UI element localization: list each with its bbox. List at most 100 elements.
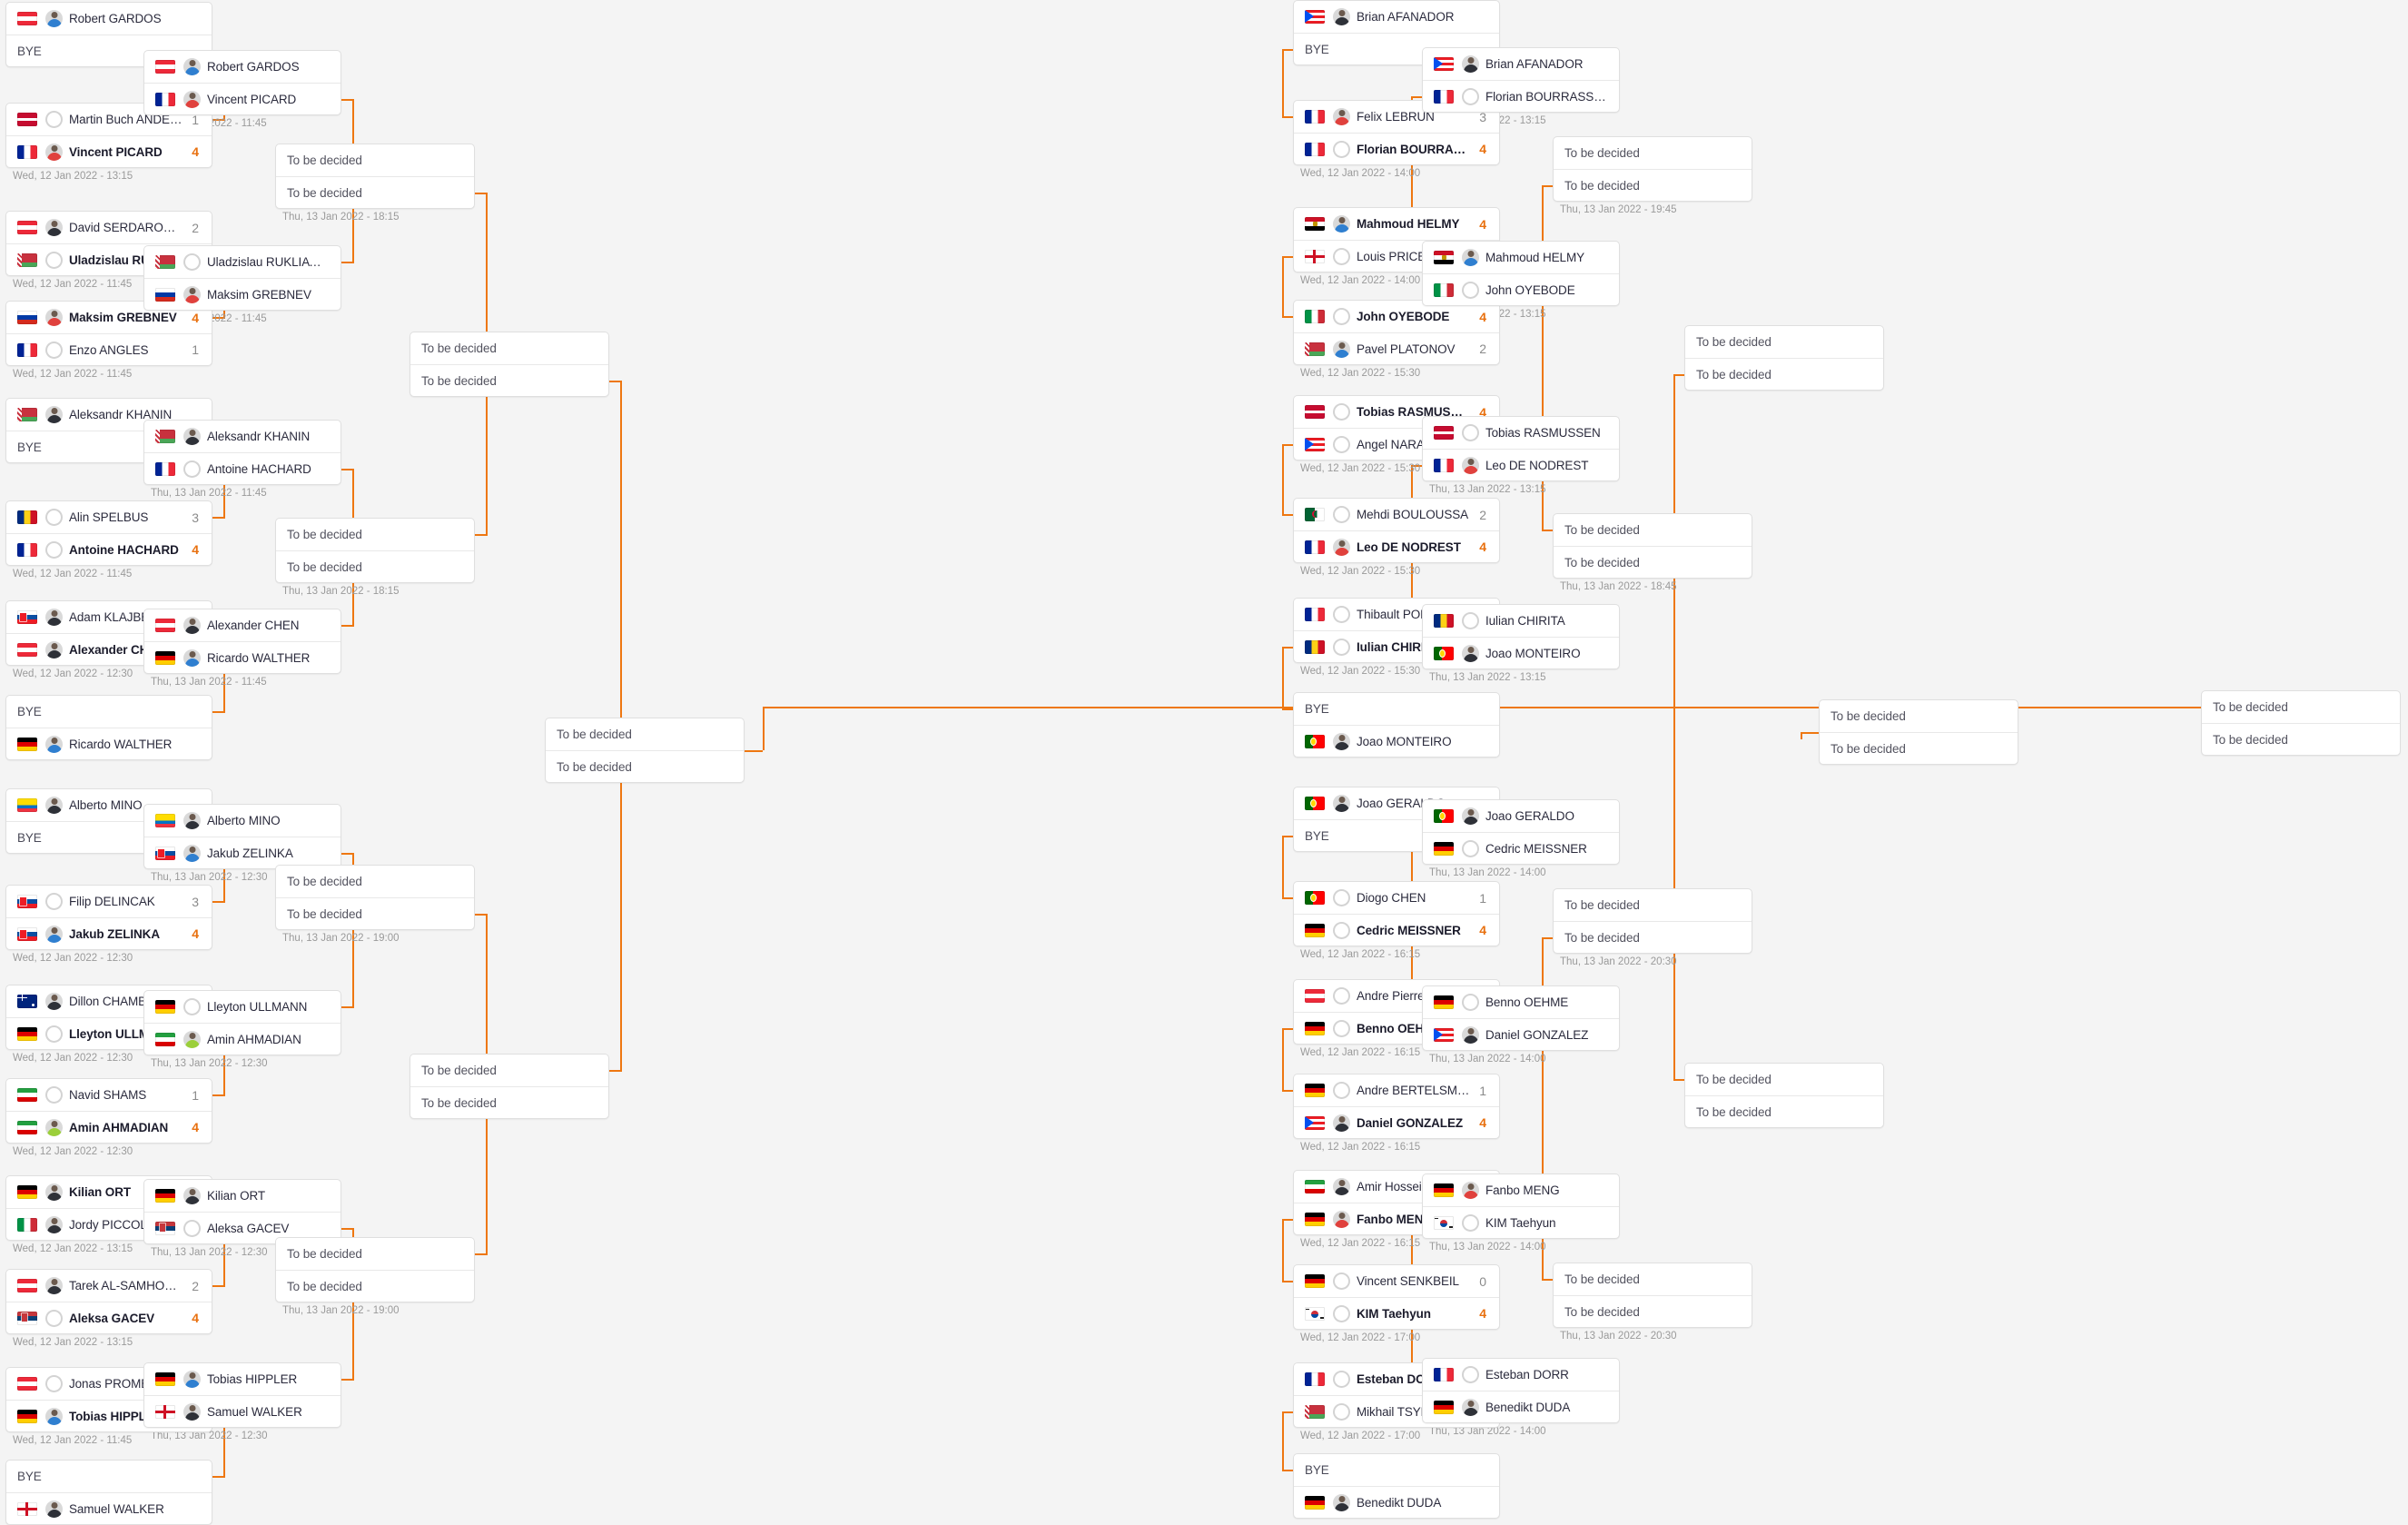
match-card[interactable]: Fanbo MENG KIM Taehyun bbox=[1422, 1173, 1620, 1239]
match-card[interactable]: Iulian CHIRITA Joao MONTEIRO bbox=[1422, 604, 1620, 669]
player-row[interactable]: Fanbo MENG bbox=[1423, 1174, 1619, 1206]
match-card[interactable]: Alberto MINO Jakub ZELINKA bbox=[143, 804, 341, 869]
player-row[interactable]: Jakub ZELINKA 4 bbox=[6, 917, 212, 949]
player-row[interactable]: Daniel GONZALEZ bbox=[1423, 1018, 1619, 1050]
player-row[interactable]: Cedric MEISSNER 4 bbox=[1294, 914, 1499, 946]
player-row[interactable]: Tobias RASMUSSEN bbox=[1423, 417, 1619, 449]
bye-row[interactable]: BYE bbox=[6, 1461, 212, 1492]
tbd-row[interactable]: To be decided bbox=[1554, 889, 1752, 921]
match-card[interactable]: To be decided To be decided bbox=[1553, 513, 1752, 579]
player-row[interactable]: Vincent PICARD 4 bbox=[6, 135, 212, 167]
player-row[interactable]: KIM Taehyun 4 bbox=[1294, 1297, 1499, 1329]
match-card[interactable]: Diogo CHEN 1 Cedric MEISSNER 4 bbox=[1293, 881, 1500, 946]
tbd-row[interactable]: To be decided bbox=[1820, 700, 2018, 732]
player-row[interactable]: Antoine HACHARD bbox=[144, 452, 340, 484]
player-row[interactable]: Jakub ZELINKA bbox=[144, 837, 340, 868]
match-card[interactable]: BYE Samuel WALKER bbox=[5, 1460, 212, 1525]
player-row[interactable]: John OYEBODE bbox=[1423, 273, 1619, 305]
player-row[interactable]: Lleyton ULLMANN bbox=[144, 991, 340, 1023]
player-row[interactable]: Benno OEHME bbox=[1423, 986, 1619, 1018]
player-row[interactable]: Enzo ANGLES 1 bbox=[6, 333, 212, 365]
match-card[interactable]: Uladzislau RUKLIATSOU Maksim GREBNEV bbox=[143, 245, 341, 311]
match-card[interactable]: To be decided To be decided bbox=[275, 1237, 475, 1302]
match-card[interactable]: Lleyton ULLMANN Amin AHMADIAN bbox=[143, 990, 341, 1055]
player-row[interactable]: Leo DE NODREST bbox=[1423, 449, 1619, 480]
match-card[interactable]: Filip DELINCAK 3 Jakub ZELINKA 4 bbox=[5, 885, 212, 950]
match-card[interactable]: BYE Joao MONTEIRO bbox=[1293, 692, 1500, 758]
tbd-row[interactable]: To be decided bbox=[1685, 326, 1883, 358]
player-row[interactable]: Robert GARDOS bbox=[144, 51, 340, 83]
match-card[interactable]: Navid SHAMS 1 Amin AHMADIAN 4 bbox=[5, 1078, 212, 1144]
player-row[interactable]: Daniel GONZALEZ 4 bbox=[1294, 1106, 1499, 1138]
tbd-row[interactable]: To be decided bbox=[276, 1270, 474, 1302]
player-row[interactable]: Andre BERTELSMEIER 1 bbox=[1294, 1074, 1499, 1106]
player-row[interactable]: Vincent SENKBEIL 0 bbox=[1294, 1265, 1499, 1297]
tbd-row[interactable]: To be decided bbox=[410, 364, 608, 396]
match-card[interactable]: Mahmoud HELMY John OYEBODE bbox=[1422, 241, 1620, 306]
player-row[interactable]: Mahmoud HELMY 4 bbox=[1294, 208, 1499, 240]
match-card[interactable]: To be decided To be decided bbox=[2201, 690, 2401, 756]
player-row[interactable]: Brian AFANADOR bbox=[1294, 1, 1499, 33]
player-row[interactable]: Mahmoud HELMY bbox=[1423, 242, 1619, 273]
tbd-row[interactable]: To be decided bbox=[1685, 1095, 1883, 1127]
match-card[interactable]: Andre BERTELSMEIER 1 Daniel GONZALEZ 4 bbox=[1293, 1074, 1500, 1139]
player-row[interactable]: Joao GERALDO bbox=[1423, 800, 1619, 832]
match-card[interactable]: To be decided To be decided bbox=[1553, 888, 1752, 954]
match-card[interactable]: Tobias RASMUSSEN Leo DE NODREST bbox=[1422, 416, 1620, 481]
tbd-row[interactable]: To be decided bbox=[276, 897, 474, 929]
match-card[interactable]: To be decided To be decided bbox=[1553, 1263, 1752, 1328]
tbd-row[interactable]: To be decided bbox=[276, 144, 474, 176]
match-card[interactable]: Kilian ORT Aleksa GACEV bbox=[143, 1179, 341, 1244]
tbd-row[interactable]: To be decided bbox=[1554, 1295, 1752, 1327]
player-row[interactable]: Brian AFANADOR bbox=[1423, 48, 1619, 80]
match-card[interactable]: Tobias HIPPLER Samuel WALKER bbox=[143, 1362, 341, 1428]
tbd-row[interactable]: To be decided bbox=[1820, 732, 2018, 764]
match-card[interactable]: BYE Ricardo WALTHER bbox=[5, 695, 212, 760]
tbd-row[interactable]: To be decided bbox=[410, 332, 608, 364]
match-card[interactable]: Benno OEHME Daniel GONZALEZ bbox=[1422, 985, 1620, 1051]
tbd-row[interactable]: To be decided bbox=[1554, 514, 1752, 546]
match-card[interactable]: John OYEBODE 4 Pavel PLATONOV 2 bbox=[1293, 300, 1500, 365]
player-row[interactable]: Aleksandr KHANIN bbox=[144, 421, 340, 452]
match-card[interactable]: Robert GARDOS Vincent PICARD bbox=[143, 50, 341, 115]
player-row[interactable]: Tarek AL-SAMHOURY 2 bbox=[6, 1270, 212, 1302]
player-row[interactable]: Iulian CHIRITA bbox=[1423, 605, 1619, 637]
tbd-row[interactable]: To be decided bbox=[276, 519, 474, 550]
tbd-row[interactable]: To be decided bbox=[2202, 723, 2400, 755]
match-card[interactable]: To be decided To be decided bbox=[1553, 136, 1752, 202]
tbd-row[interactable]: To be decided bbox=[410, 1055, 608, 1086]
tbd-row[interactable]: To be decided bbox=[1554, 921, 1752, 953]
match-card[interactable]: To be decided To be decided bbox=[1684, 325, 1884, 391]
match-card[interactable]: Alexander CHEN Ricardo WALTHER bbox=[143, 609, 341, 674]
match-card[interactable]: Tarek AL-SAMHOURY 2 Aleksa GACEV 4 bbox=[5, 1269, 212, 1334]
tbd-row[interactable]: To be decided bbox=[276, 1238, 474, 1270]
match-card[interactable]: Brian AFANADOR Florian BOURRASSAUD bbox=[1422, 47, 1620, 113]
player-row[interactable]: Samuel WALKER bbox=[144, 1395, 340, 1427]
player-row[interactable]: Amin AHMADIAN bbox=[144, 1023, 340, 1055]
match-card[interactable]: To be decided To be decided bbox=[545, 718, 745, 783]
player-row[interactable]: Florian BOURRASSAUD 4 bbox=[1294, 133, 1499, 164]
player-row[interactable]: Esteban DORR bbox=[1423, 1359, 1619, 1391]
player-row[interactable]: Joao MONTEIRO bbox=[1294, 725, 1499, 757]
tbd-row[interactable]: To be decided bbox=[276, 176, 474, 208]
player-row[interactable]: David SERDAROGLU 2 bbox=[6, 212, 212, 243]
player-row[interactable]: Uladzislau RUKLIATSOU bbox=[144, 246, 340, 278]
player-row[interactable]: Robert GARDOS bbox=[6, 3, 212, 35]
player-row[interactable]: Ricardo WALTHER bbox=[6, 728, 212, 759]
player-row[interactable]: Tobias HIPPLER bbox=[144, 1363, 340, 1395]
tbd-row[interactable]: To be decided bbox=[1554, 546, 1752, 578]
player-row[interactable]: Cedric MEISSNER bbox=[1423, 832, 1619, 864]
player-row[interactable]: Amin AHMADIAN 4 bbox=[6, 1111, 212, 1143]
match-card[interactable]: BYE Benedikt DUDA bbox=[1293, 1453, 1500, 1519]
player-row[interactable]: Benedikt DUDA bbox=[1294, 1486, 1499, 1518]
player-row[interactable]: Aleksa GACEV 4 bbox=[6, 1302, 212, 1333]
player-row[interactable]: Antoine HACHARD 4 bbox=[6, 533, 212, 565]
player-row[interactable]: Alin SPELBUS 3 bbox=[6, 501, 212, 533]
player-row[interactable]: Diogo CHEN 1 bbox=[1294, 882, 1499, 914]
match-card[interactable]: Vincent SENKBEIL 0 KIM Taehyun 4 bbox=[1293, 1264, 1500, 1330]
tbd-row[interactable]: To be decided bbox=[1554, 1263, 1752, 1295]
match-card[interactable]: To be decided To be decided bbox=[275, 518, 475, 583]
player-row[interactable]: Navid SHAMS 1 bbox=[6, 1079, 212, 1111]
player-row[interactable]: Ricardo WALTHER bbox=[144, 641, 340, 673]
match-card[interactable]: To be decided To be decided bbox=[410, 1054, 609, 1119]
